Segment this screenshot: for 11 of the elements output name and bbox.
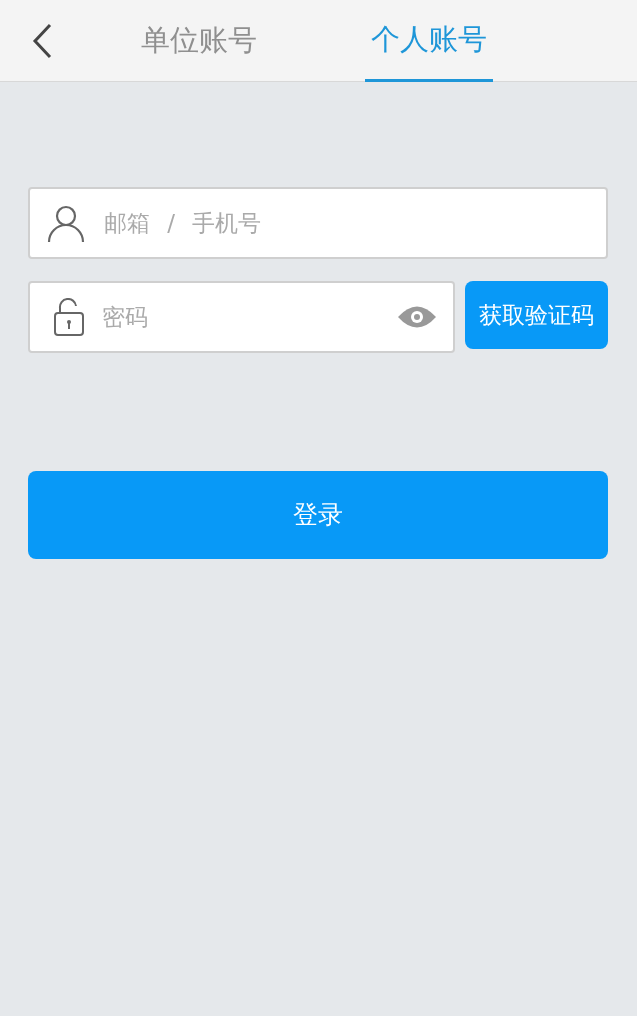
login-button[interactable]: 登录	[28, 471, 608, 559]
unlock-icon	[54, 298, 84, 336]
user-icon	[46, 203, 86, 243]
get-code-button[interactable]: 获取验证码	[465, 281, 608, 349]
account-field[interactable]: 邮箱 / 手机号	[28, 187, 608, 259]
account-input[interactable]: 邮箱 / 手机号	[102, 204, 606, 242]
tab[interactable]: 个人账号	[365, 0, 493, 82]
eye-icon[interactable]	[397, 304, 437, 330]
password-field[interactable]: 密码	[28, 281, 455, 353]
password-input[interactable]: 密码	[100, 298, 397, 336]
tab[interactable]: 单位账号	[135, 0, 263, 82]
